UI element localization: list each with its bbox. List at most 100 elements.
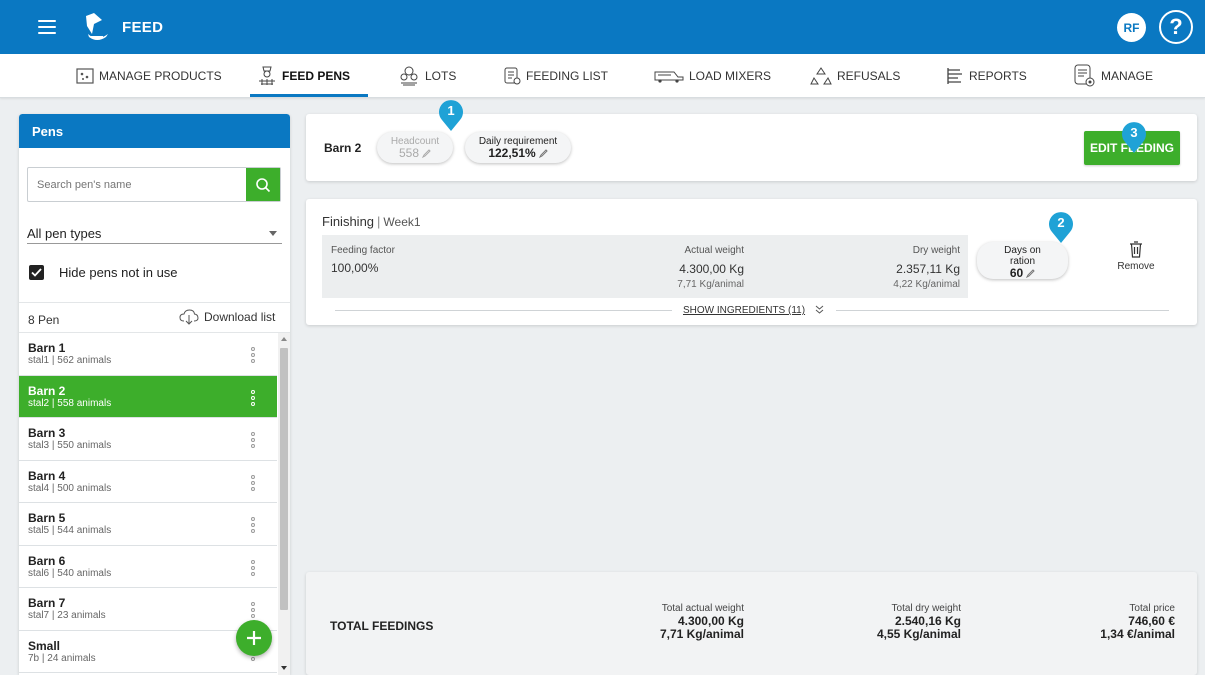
list-item[interactable]: Barn 3 stal3 | 550 animals: [19, 418, 277, 461]
step-badge-1: 1: [438, 100, 464, 131]
actual-weight-label: Actual weight: [684, 245, 744, 256]
more-options-icon[interactable]: [251, 559, 255, 576]
active-tab-indicator: [250, 94, 368, 97]
days-on-ration-value: 60: [1009, 266, 1024, 280]
total-price-per-animal: 1,34 €/animal: [1100, 627, 1175, 641]
tab-lots[interactable]: LOTS: [398, 54, 456, 98]
menu-icon[interactable]: [38, 20, 56, 34]
show-ingredients: SHOW INGREDIENTS (11): [306, 302, 1197, 316]
pen-name: Barn 3: [28, 426, 66, 440]
total-actual-per-animal: 7,71 Kg/animal: [659, 627, 744, 641]
tab-label: FEED PENS: [282, 69, 351, 83]
list-item[interactable]: Barn 1 stal1 | 562 animals: [19, 333, 277, 376]
search-input[interactable]: [28, 168, 248, 201]
double-chevron-down-icon[interactable]: [815, 305, 824, 314]
pen-list-toolbar: 8 Pen Download list: [19, 302, 290, 333]
search-button[interactable]: [246, 168, 280, 201]
dry-weight-value: 2.357,11 Kg: [896, 262, 960, 276]
pen-search: [27, 167, 281, 202]
dry-weight-label: Dry weight: [912, 245, 960, 256]
list-item[interactable]: Barn 7 stal7 | 23 animals: [19, 588, 277, 631]
headcount-pill[interactable]: Headcount 558: [377, 132, 453, 163]
ration-week: Week1: [383, 215, 421, 229]
manage-icon: [1074, 64, 1095, 87]
remove-button[interactable]: Remove: [1116, 241, 1156, 272]
daily-requirement-pill[interactable]: Daily requirement 122,51%: [465, 132, 571, 163]
tab-label: MANAGE: [1101, 69, 1154, 83]
tab-manage-products[interactable]: MANAGE PRODUCTS: [76, 54, 222, 98]
scroll-down-icon[interactable]: [281, 666, 287, 670]
cloud-download-icon: [179, 309, 199, 325]
pen-sub: stal7 | 23 animals: [28, 610, 106, 621]
pencil-icon: [422, 149, 431, 159]
feeding-factor-value: 100,00%: [331, 261, 379, 275]
actual-weight-value: 4.300,00 Kg: [679, 262, 744, 276]
hide-pens-checkbox[interactable]: [29, 265, 44, 280]
user-avatar[interactable]: RF: [1117, 13, 1146, 42]
dry-weight-per-animal: 4,22 Kg/animal: [893, 279, 960, 290]
tab-label: REFUSALS: [837, 69, 901, 83]
tab-label: FEEDING LIST: [526, 69, 609, 83]
pencil-icon: [1026, 269, 1035, 279]
feeding-details: Feeding factor 100,00% Actual weight 4.3…: [322, 235, 968, 298]
pen-name: Barn 1: [28, 341, 66, 355]
tab-feed-pens[interactable]: FEED PENS: [257, 54, 350, 98]
more-options-icon[interactable]: [251, 432, 255, 448]
pen-sub: stal2 | 558 animals: [28, 397, 112, 409]
check-icon: [31, 268, 42, 277]
pens-title: Pens: [19, 114, 290, 148]
tab-load-mixers[interactable]: LOAD MIXERS: [654, 54, 771, 98]
help-icon[interactable]: ?: [1159, 10, 1193, 44]
total-dry-per-animal: 4,55 Kg/animal: [876, 627, 961, 641]
divider: [335, 310, 672, 311]
show-ingredients-link[interactable]: SHOW INGREDIENTS (11): [683, 305, 805, 316]
tab-manage[interactable]: MANAGE: [1074, 54, 1153, 98]
tab-refusals[interactable]: REFUSALS: [810, 54, 900, 98]
more-options-icon[interactable]: [251, 474, 255, 491]
tab-label: REPORTS: [969, 69, 1027, 83]
list-item[interactable]: Barn 4 stal4 | 500 animals: [19, 460, 277, 503]
pen-name: Barn 5: [28, 511, 66, 525]
daily-requirement-value: 122,51%: [488, 146, 536, 160]
search-icon: [256, 177, 271, 192]
ration-name: Finishing: [322, 214, 375, 229]
more-options-icon[interactable]: [251, 517, 255, 533]
tab-label: MANAGE PRODUCTS: [99, 69, 222, 83]
tab-reports[interactable]: REPORTS: [946, 54, 1027, 98]
list-item[interactable]: Barn 5 stal5 | 544 animals: [19, 503, 277, 546]
scroll-up-icon[interactable]: [281, 337, 287, 341]
total-price-label: Total price: [1129, 603, 1175, 614]
total-dry-weight: Total dry weight 2.540,16 Kg 4,55 Kg/ani…: [877, 603, 961, 641]
plus-icon: [247, 631, 261, 645]
scrollbar-thumb[interactable]: [280, 348, 288, 610]
more-options-icon[interactable]: [251, 347, 255, 363]
products-icon: [76, 68, 94, 84]
pen-sub: stal1 | 562 animals: [28, 355, 112, 366]
list-item[interactable]: Barn 6 stal6 | 540 animals: [19, 545, 277, 588]
total-actual-weight: Total actual weight 4.300,00 Kg 7,71 Kg/…: [660, 603, 744, 641]
pen-count: 8 Pen: [28, 313, 60, 327]
trash-icon: [1130, 241, 1142, 258]
totals-card: TOTAL FEEDINGS Total actual weight 4.300…: [306, 572, 1197, 675]
pen-sub: stal5 | 544 animals: [28, 525, 112, 536]
tab-feeding-list[interactable]: FEEDING LIST: [503, 54, 608, 98]
lots-icon: [400, 66, 418, 86]
download-list-button[interactable]: Download list: [179, 309, 275, 325]
more-options-icon[interactable]: [251, 389, 255, 406]
pen-type-select[interactable]: All pen types: [27, 224, 282, 244]
headcount-value: 558: [398, 146, 420, 160]
download-label: Download list: [204, 310, 276, 324]
pen-sub: stal6 | 540 animals: [28, 567, 112, 579]
pen-name: Barn 6: [28, 553, 66, 568]
days-on-ration-pill[interactable]: Days on ration 60: [977, 242, 1068, 280]
pen-name: Barn 7: [28, 596, 66, 610]
add-pen-button[interactable]: [236, 620, 272, 656]
more-options-icon[interactable]: [251, 602, 255, 618]
barn-title: Barn 2: [324, 141, 362, 155]
feed-logo-icon: [86, 13, 108, 40]
tab-label: LOTS: [425, 69, 457, 83]
pen-type-value: All pen types: [27, 226, 102, 241]
pen-name: Barn 4: [28, 468, 66, 483]
list-item[interactable]: Barn 2 stal2 | 558 animals: [19, 375, 277, 418]
pen-name: Small: [28, 638, 61, 653]
